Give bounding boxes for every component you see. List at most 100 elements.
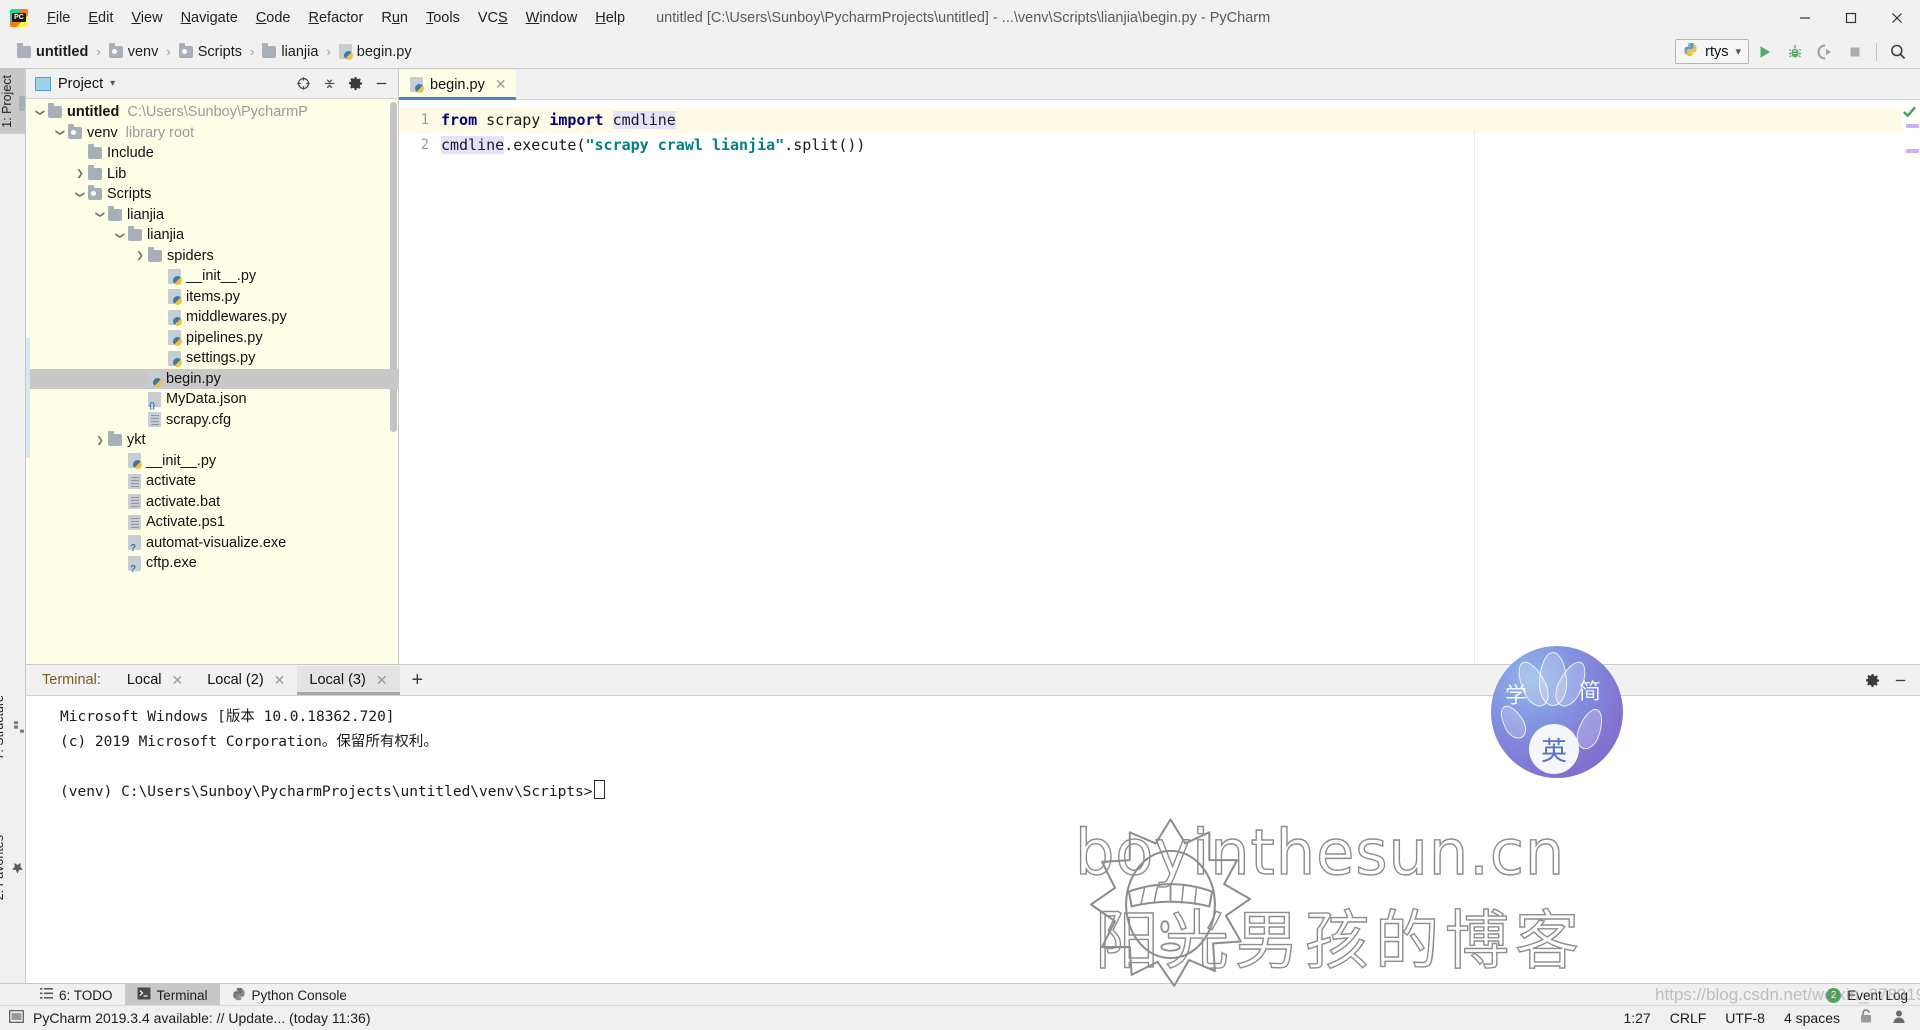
tree-row[interactable]: Activate.ps1: [26, 512, 398, 533]
inspector-icon[interactable]: [1892, 1009, 1906, 1028]
indent-setting[interactable]: 4 spaces: [1784, 1010, 1840, 1026]
project-panel-title[interactable]: Project ▾: [31, 76, 115, 92]
maximize-button[interactable]: [1828, 0, 1874, 35]
code-content[interactable]: from scrapy import cmdline cmdline.execut…: [437, 100, 1902, 665]
maximize-icon: [1845, 12, 1857, 23]
lock-icon[interactable]: [1859, 1008, 1873, 1028]
tree-row[interactable]: activate: [26, 471, 398, 492]
green-check-icon[interactable]: [1902, 104, 1917, 123]
tree-row[interactable]: items.py: [26, 287, 398, 308]
bottom-item-terminal[interactable]: Terminal: [124, 984, 220, 1006]
breadcrumb-item-lianjia[interactable]: lianjia: [259, 42, 321, 62]
terminal-tab-local2[interactable]: Local (2) ✕: [195, 666, 297, 695]
tree-row[interactable]: pipelines.py: [26, 328, 398, 349]
tree-row[interactable]: __init__.py: [26, 266, 398, 287]
chevron-right-icon[interactable]: ❯: [72, 168, 88, 179]
tree-row[interactable]: MyData.json: [26, 389, 398, 410]
new-terminal-button[interactable]: +: [400, 670, 436, 690]
tree-row[interactable]: ❯ Scripts: [26, 184, 398, 205]
chevron-down-icon[interactable]: ❯: [55, 125, 66, 141]
tree-row[interactable]: ❯ Lib: [26, 164, 398, 185]
menu-navigate[interactable]: Navigate: [172, 6, 247, 30]
tree-row[interactable]: ❯ untitled C:\Users\Sunboy\PycharmP: [26, 102, 398, 123]
tree-row[interactable]: scrapy.cfg: [26, 410, 398, 431]
status-message[interactable]: PyCharm 2019.3.4 available: // Update...…: [33, 1010, 371, 1026]
tree-row[interactable]: ❯ spiders: [26, 246, 398, 267]
menu-help[interactable]: Help: [586, 6, 634, 30]
menu-code[interactable]: Code: [247, 6, 300, 30]
debug-button[interactable]: [1781, 39, 1809, 65]
close-icon[interactable]: ✕: [274, 672, 286, 689]
editor-tab-bar: begin.py ✕: [399, 69, 1920, 100]
terminal-output[interactable]: Microsoft Windows [版本 10.0.18362.720] (c)…: [26, 696, 1920, 984]
terminal-settings-button[interactable]: [1860, 668, 1884, 692]
chevron-down-icon[interactable]: ❯: [115, 227, 126, 243]
sidebar-item-favorites[interactable]: 2: Favorites: [0, 829, 25, 906]
tree-row[interactable]: ❯ venv library root: [26, 123, 398, 144]
line-separator[interactable]: CRLF: [1670, 1010, 1707, 1026]
breadcrumb-item-untitled[interactable]: untitled: [14, 42, 91, 62]
tree-row[interactable]: __init__.py: [26, 451, 398, 472]
chevron-down-icon[interactable]: ❯: [95, 207, 106, 223]
breadcrumb-item-venv[interactable]: venv: [106, 42, 162, 62]
chevron-right-icon[interactable]: ❯: [132, 250, 148, 261]
stop-button[interactable]: [1841, 39, 1869, 65]
close-button[interactable]: [1874, 0, 1920, 35]
minimize-button[interactable]: [1782, 0, 1828, 35]
code-editor[interactable]: 12 from scrapy import cmdline cmdline.exe…: [399, 100, 1920, 665]
code-line[interactable]: from scrapy import cmdline: [437, 108, 1902, 133]
menu-tools[interactable]: Tools: [417, 6, 469, 30]
caret-position[interactable]: 1:27: [1623, 1010, 1650, 1026]
terminal-tab-local3[interactable]: Local (3) ✕: [297, 665, 400, 695]
tree-row[interactable]: automat-visualize.exe: [26, 533, 398, 554]
code-line[interactable]: cmdline.execute("scrapy crawl lianjia".s…: [437, 133, 1902, 158]
menu-refactor[interactable]: Refactor: [300, 6, 373, 30]
tree-item-sublabel: C:\Users\Sunboy\PycharmP: [127, 104, 308, 121]
close-icon[interactable]: ✕: [376, 672, 388, 689]
hide-panel-button[interactable]: [369, 72, 393, 96]
menu-view[interactable]: View: [122, 6, 171, 30]
tree-row[interactable]: activate.bat: [26, 492, 398, 513]
tree-row[interactable]: begin.py: [26, 368, 398, 389]
project-tree[interactable]: ❯ untitled C:\Users\Sunboy\PycharmP ❯ venv li…: [26, 99, 398, 665]
menu-file[interactable]: File: [38, 6, 79, 30]
menu-edit[interactable]: Edit: [79, 6, 122, 30]
breadcrumb-item-scripts[interactable]: Scripts: [176, 42, 245, 62]
tree-row[interactable]: ❯ ykt: [26, 430, 398, 451]
file-encoding[interactable]: UTF-8: [1725, 1010, 1765, 1026]
run-button[interactable]: [1751, 39, 1779, 65]
tree-item-label: __init__.py: [186, 268, 257, 285]
tree-item-label: middlewares.py: [186, 309, 287, 326]
bottom-item-todo[interactable]: 6: TODO: [28, 984, 125, 1006]
collapse-all-button[interactable]: [317, 72, 341, 96]
tree-row[interactable]: cftp.exe: [26, 553, 398, 575]
chevron-down-icon[interactable]: ❯: [75, 186, 86, 202]
tree-row[interactable]: middlewares.py: [26, 307, 398, 328]
tree-row[interactable]: ❯ lianjia: [26, 225, 398, 246]
chevron-down-icon[interactable]: ❯: [35, 104, 46, 120]
search-everywhere-button[interactable]: [1884, 39, 1912, 65]
editor-tab-beginpy[interactable]: begin.py ✕: [399, 70, 516, 100]
locate-file-button[interactable]: [291, 72, 315, 96]
tree-row[interactable]: ❯ lianjia: [26, 205, 398, 226]
menu-run[interactable]: Run: [372, 6, 417, 30]
terminal-hide-button[interactable]: [1888, 668, 1912, 692]
close-icon[interactable]: ✕: [495, 76, 507, 93]
run-configuration-selector[interactable]: rtys ▾: [1675, 39, 1749, 64]
menu-window[interactable]: Window: [517, 6, 587, 30]
terminal-tab-local[interactable]: Local ✕: [115, 666, 195, 695]
breadcrumb-item-beginpy[interactable]: begin.py: [336, 42, 415, 62]
layout-icon[interactable]: [9, 1009, 24, 1027]
editor-marker-gutter[interactable]: [1902, 100, 1920, 665]
sidebar-item-structure[interactable]: 7: Structure: [0, 689, 25, 766]
chevron-right-icon[interactable]: ❯: [92, 435, 108, 446]
tree-row[interactable]: Include: [26, 143, 398, 164]
coverage-button[interactable]: [1811, 39, 1839, 65]
menu-vcs[interactable]: VCS: [469, 6, 517, 30]
bottom-item-python-console[interactable]: Python Console: [220, 984, 359, 1006]
event-log-area[interactable]: 2 Event Log: [1826, 987, 1920, 1003]
tree-row[interactable]: settings.py: [26, 348, 398, 369]
close-icon[interactable]: ✕: [172, 672, 184, 689]
settings-button[interactable]: [343, 72, 367, 96]
sidebar-item-project[interactable]: 1: Project: [0, 69, 25, 134]
